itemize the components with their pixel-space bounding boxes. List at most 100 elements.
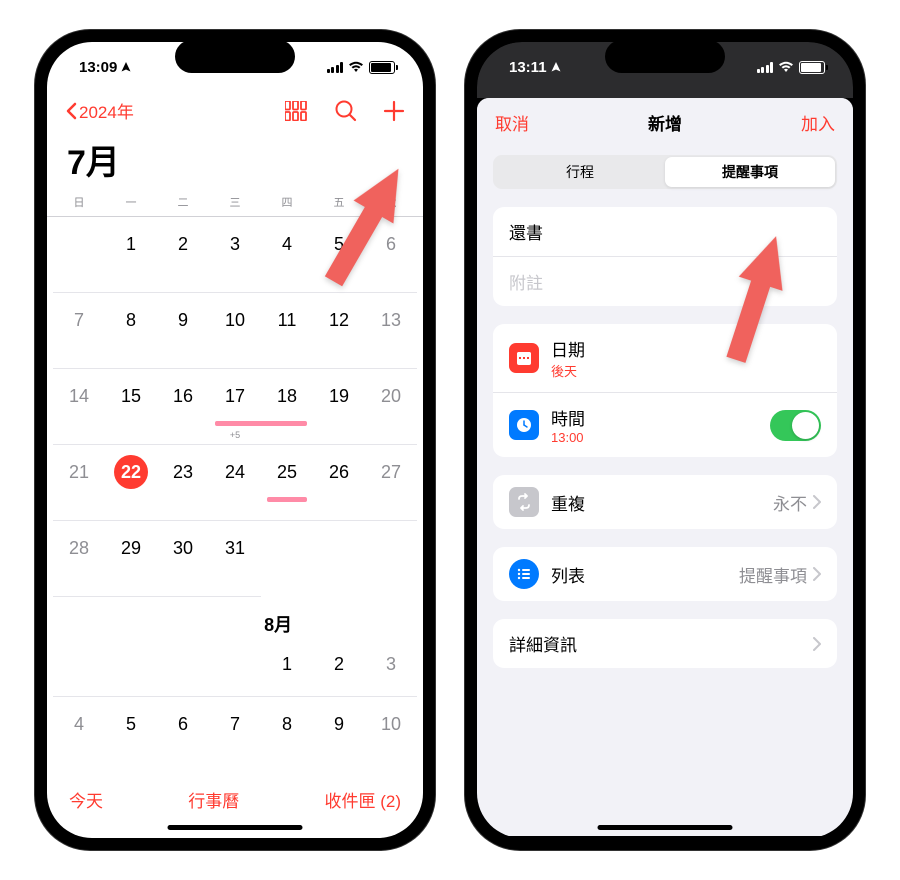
modal-title: 新增 [648, 110, 682, 135]
battery-icon [799, 61, 825, 74]
aug-day-4[interactable]: 4 [53, 697, 105, 747]
calendar-toolbar: 今天 行事曆 收件匣 (2) [47, 787, 423, 812]
segment-event[interactable]: 行程 [495, 157, 665, 187]
day-24[interactable]: 24 [209, 445, 261, 521]
day-empty: . [209, 637, 261, 697]
day-27[interactable]: 27 [365, 445, 417, 521]
status-icons [757, 61, 826, 74]
weekday-mon: 一 [105, 194, 157, 210]
day-22-today[interactable]: 22 [105, 445, 157, 521]
day-7[interactable]: 7 [53, 293, 105, 369]
day-15[interactable]: 15 [105, 369, 157, 445]
day-13[interactable]: 13 [365, 293, 417, 369]
calendar-icon [509, 343, 539, 373]
day-29[interactable]: 29 [105, 521, 157, 597]
day-19[interactable]: 19 [313, 369, 365, 445]
time-value: 13:00 [551, 430, 770, 445]
day-10[interactable]: 10 [209, 293, 261, 369]
battery-icon [369, 61, 395, 74]
title-input[interactable]: 還書 [493, 207, 837, 256]
weekday-sat: 六 [365, 194, 417, 210]
status-icons [327, 61, 396, 74]
day-12[interactable]: 12 [313, 293, 365, 369]
weekday-sun: 日 [53, 194, 105, 210]
home-indicator[interactable] [168, 825, 303, 830]
aug-day-10[interactable]: 10 [365, 697, 417, 747]
day-9[interactable]: 9 [157, 293, 209, 369]
weekday-fri: 五 [313, 194, 365, 210]
dynamic-island [175, 40, 295, 73]
day-3[interactable]: 3 [209, 217, 261, 293]
repeat-row[interactable]: 重複 永不 [493, 475, 837, 529]
aug-day-9[interactable]: 9 [313, 697, 365, 747]
aug-day-2[interactable]: 2 [313, 637, 365, 697]
day-1[interactable]: 1 [105, 217, 157, 293]
day-6[interactable]: 6 [365, 217, 417, 293]
clock-text: 13:09 [79, 59, 117, 76]
aug-day-1[interactable]: 1 [261, 637, 313, 697]
list-group: 列表 提醒事項 [493, 547, 837, 601]
date-row[interactable]: 日期 後天 [493, 324, 837, 392]
back-to-year-button[interactable]: 2024年 [65, 98, 134, 123]
home-indicator[interactable] [598, 825, 733, 830]
grid-view-icon[interactable] [285, 101, 309, 121]
day-4[interactable]: 4 [261, 217, 313, 293]
day-21[interactable]: 21 [53, 445, 105, 521]
notes-input[interactable]: 附註 [493, 256, 837, 306]
list-label: 列表 [551, 562, 739, 587]
calendars-button[interactable]: 行事曆 [188, 787, 239, 812]
today-button[interactable]: 今天 [69, 787, 103, 812]
cancel-button[interactable]: 取消 [495, 110, 529, 135]
location-icon [551, 62, 561, 72]
calendar-actions [285, 100, 405, 122]
search-icon[interactable] [335, 100, 357, 122]
time-toggle[interactable] [770, 410, 821, 441]
day-26[interactable]: 26 [313, 445, 365, 521]
reminder-screen: 13:11 取消 新增 加入 行程 提醒事項 [477, 42, 853, 838]
wifi-icon [778, 61, 794, 73]
aug-day-5[interactable]: 5 [105, 697, 157, 747]
inbox-button[interactable]: 收件匣 (2) [325, 787, 402, 812]
wifi-icon [348, 61, 364, 73]
day-25[interactable]: 25 [261, 445, 313, 521]
repeat-value: 永不 [773, 490, 807, 515]
time-labels: 時間 13:00 [551, 405, 770, 445]
aug-day-8[interactable]: 8 [261, 697, 313, 747]
day-11[interactable]: 11 [261, 293, 313, 369]
time-row[interactable]: 時間 13:00 [493, 392, 837, 457]
day-16[interactable]: 16 [157, 369, 209, 445]
day-empty: . [313, 521, 365, 597]
day-20[interactable]: 20 [365, 369, 417, 445]
list-row[interactable]: 列表 提醒事項 [493, 547, 837, 601]
day-30[interactable]: 30 [157, 521, 209, 597]
aug-day-3[interactable]: 3 [365, 637, 417, 697]
day-31[interactable]: 31 [209, 521, 261, 597]
more-events-label: +5 [209, 430, 261, 440]
add-icon[interactable] [383, 100, 405, 122]
clock-text: 13:11 [509, 59, 547, 76]
year-label: 2024年 [79, 98, 134, 123]
cellular-icon [327, 62, 344, 73]
day-18[interactable]: 18 [261, 369, 313, 445]
day-23[interactable]: 23 [157, 445, 209, 521]
details-row[interactable]: 詳細資訊 [493, 619, 837, 668]
day-5[interactable]: 5 [313, 217, 365, 293]
weekday-wed: 三 [209, 194, 261, 210]
repeat-group: 重複 永不 [493, 475, 837, 529]
list-icon [509, 559, 539, 589]
day-14[interactable]: 14 [53, 369, 105, 445]
day-17[interactable]: 17+5 [209, 369, 261, 445]
aug-day-6[interactable]: 6 [157, 697, 209, 747]
day-2[interactable]: 2 [157, 217, 209, 293]
segment-reminder[interactable]: 提醒事項 [665, 157, 835, 187]
status-time: 13:09 [79, 59, 131, 76]
add-button[interactable]: 加入 [801, 110, 835, 135]
event-indicator [267, 497, 307, 502]
day-28[interactable]: 28 [53, 521, 105, 597]
day-8[interactable]: 8 [105, 293, 157, 369]
aug-day-7[interactable]: 7 [209, 697, 261, 747]
notes-placeholder: 附註 [509, 269, 543, 294]
chevron-left-icon [65, 102, 77, 120]
list-value: 提醒事項 [739, 562, 807, 587]
segmented-control[interactable]: 行程 提醒事項 [493, 155, 837, 189]
